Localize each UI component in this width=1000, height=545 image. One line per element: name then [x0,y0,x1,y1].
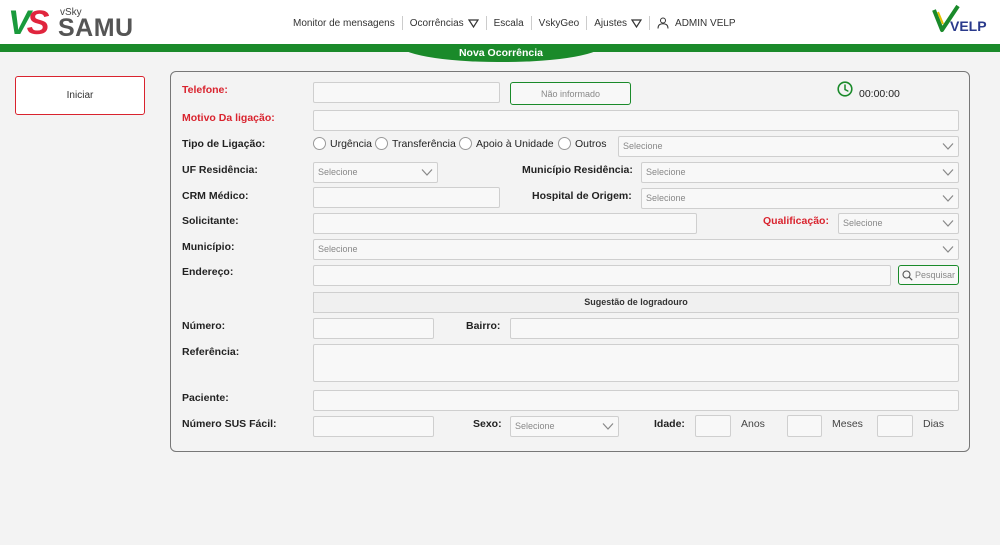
nav-vskygeo[interactable]: VskyGeo [530,16,587,30]
municipio-residencia-select[interactable]: Selecione [641,162,959,183]
endereco-input[interactable] [313,265,891,286]
nav-escala[interactable]: Escala [485,16,531,30]
logo-mark: VS [8,4,49,42]
anos-label: Anos [741,418,765,430]
sexo-select[interactable]: Selecione [510,416,619,437]
nav-ajustes[interactable]: Ajustes [586,16,649,30]
chevron-down-icon [942,220,954,227]
sugestao-logradouro[interactable]: Sugestão de logradouro [313,292,959,313]
velp-text: VELP [950,18,987,34]
telefone-label: Telefone: [182,84,228,96]
search-icon [902,269,913,281]
paciente-input[interactable] [313,390,959,411]
municipio-label: Município: [182,241,235,253]
radio-circle[interactable] [459,137,472,150]
bairro-input[interactable] [510,318,959,339]
pesquisar-button[interactable]: Pesquisar [898,265,959,285]
start-button[interactable]: Iniciar [15,76,145,115]
idade-anos-input[interactable] [695,415,731,437]
nav-monitor[interactable]: Monitor de mensagens [286,16,402,30]
numero-sus-label: Número SUS Fácil: [182,418,277,430]
solicitante-label: Solicitante: [182,215,239,227]
telefone-input[interactable] [313,82,500,103]
municipio-residencia-label: Município Residência: [522,164,633,176]
user-icon [657,17,669,29]
referencia-textarea[interactable] [313,344,959,382]
radio-transferencia[interactable]: Transferência [375,137,456,150]
numero-sus-input[interactable] [313,416,434,437]
bairro-label: Bairro: [466,320,501,332]
chevron-down-icon [942,169,954,176]
radio-circle[interactable] [313,137,326,150]
meses-label: Meses [832,418,863,430]
clock-icon [837,81,853,97]
velp-logo: VELP [932,4,994,38]
top-header: VS vSky SAMU Monitor de mensagens Ocorrê… [0,0,1000,45]
qualificacao-label: Qualificação: [763,215,829,227]
chevron-down-icon [602,423,614,430]
radio-circle[interactable] [375,137,388,150]
solicitante-input[interactable] [313,213,697,234]
radio-outros[interactable]: Outros [558,137,607,150]
tipo-ligacao-select[interactable]: Selecione [618,136,959,157]
numero-label: Número: [182,320,226,332]
municipio-select[interactable]: Selecione [313,239,959,260]
motivo-label: Motivo Da ligação: [182,112,275,124]
main-nav: Monitor de mensagens Ocorrências Escala … [286,16,743,30]
tab-nova-ocorrencia[interactable]: Nova Ocorrência [398,44,604,62]
numero-input[interactable] [313,318,434,339]
hospital-origem-select[interactable]: Selecione [641,188,959,209]
chevron-down-icon [421,169,433,176]
nav-ocorrencias[interactable]: Ocorrências [401,16,486,30]
vsky-samu-logo[interactable]: VS vSky SAMU [8,4,133,42]
chevron-down-icon [942,246,954,253]
crm-medico-label: CRM Médico: [182,190,249,202]
hospital-origem-label: Hospital de Origem: [532,190,632,202]
dias-label: Dias [923,418,945,430]
logo-samu-text: SAMU [58,14,134,42]
crm-medico-input[interactable] [313,187,500,208]
chevron-down-icon [942,195,954,202]
uf-residencia-label: UF Residência: [182,164,258,176]
radio-circle[interactable] [558,137,571,150]
idade-dias-input[interactable] [877,415,913,437]
chevron-down-icon [467,18,479,28]
idade-label: Idade: [654,418,685,430]
sexo-label: Sexo: [473,418,502,430]
idade-meses-input[interactable] [787,415,822,437]
paciente-label: Paciente: [182,392,229,404]
call-timer: 00:00:00 [859,88,900,100]
chevron-down-icon [942,143,954,150]
radio-apoio-unidade[interactable]: Apoio à Unidade [459,137,554,150]
chevron-down-icon [631,18,643,28]
nao-informado-button[interactable]: Não informado [510,82,631,105]
nav-user-menu[interactable]: ADMIN VELP [649,16,743,30]
uf-residencia-select[interactable]: Selecione [313,162,438,183]
motivo-input[interactable] [313,110,959,131]
radio-urgencia[interactable]: Urgência [313,137,372,150]
qualificacao-select[interactable]: Selecione [838,213,959,234]
endereco-label: Endereço: [182,266,234,278]
referencia-label: Referência: [182,346,240,358]
tipo-ligacao-label: Tipo de Ligação: [182,138,266,150]
